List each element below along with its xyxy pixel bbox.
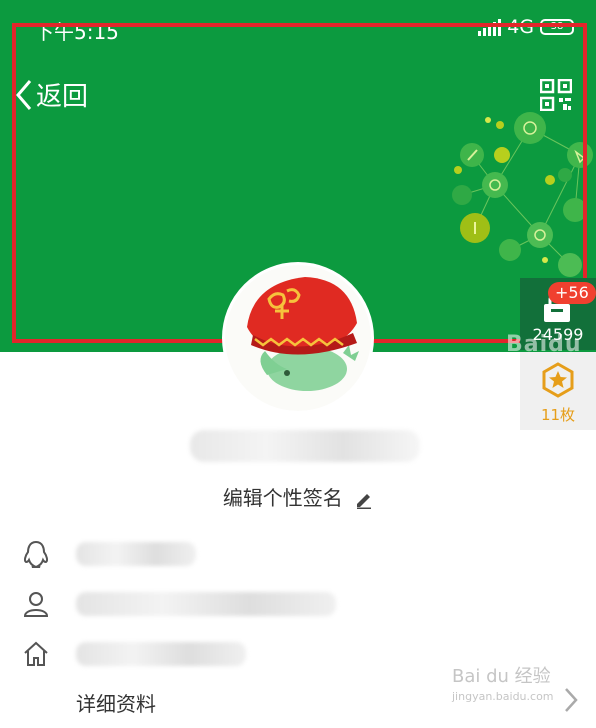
info-row-person (20, 588, 336, 620)
signature-label: 编辑个性签名 (222, 486, 343, 510)
qq-number-redacted (76, 542, 196, 566)
home-icon (20, 638, 52, 670)
avatar[interactable] (222, 262, 374, 414)
battery-icon: 38 (540, 19, 574, 35)
qq-penguin-icon (20, 538, 52, 570)
back-button[interactable]: 返回 (14, 76, 88, 113)
watermark-brand: Bai du 经验 (452, 666, 551, 687)
personal-info-redacted (76, 592, 336, 616)
watermark-url: jingyan.baidu.com (452, 690, 554, 703)
watermark-bottom: Bai du 经验 jingyan.baidu.com (452, 662, 592, 722)
status-bar: 下午5:15 4G 38 (0, 0, 596, 52)
avatar-image (225, 265, 371, 411)
person-icon (20, 588, 52, 620)
location-redacted (76, 642, 246, 666)
detail-info-link[interactable]: 详细资料 (76, 688, 156, 717)
star-badge[interactable]: 11枚 (520, 352, 596, 430)
back-icon (16, 79, 32, 110)
star-badge-icon (542, 362, 574, 398)
info-row-qq (20, 538, 196, 570)
edit-signature[interactable]: 编辑个性签名 (0, 482, 596, 511)
info-row-home (20, 638, 246, 670)
nickname-redacted (190, 430, 420, 462)
coin-plus-badge: +56 (548, 282, 596, 304)
decorative-network-graphic (452, 112, 593, 277)
profile-screen: 下午5:15 4G 38 返回 24599 +56 Baidu经 11枚 编辑个… (0, 0, 596, 728)
status-indicators: 4G 38 (478, 16, 574, 38)
star-count: 11枚 (540, 406, 576, 424)
pencil-icon (357, 493, 372, 509)
back-label: 返回 (36, 82, 89, 112)
status-time: 下午5:15 (34, 20, 119, 44)
signal-icon (478, 18, 502, 36)
network-type: 4G (507, 16, 534, 38)
